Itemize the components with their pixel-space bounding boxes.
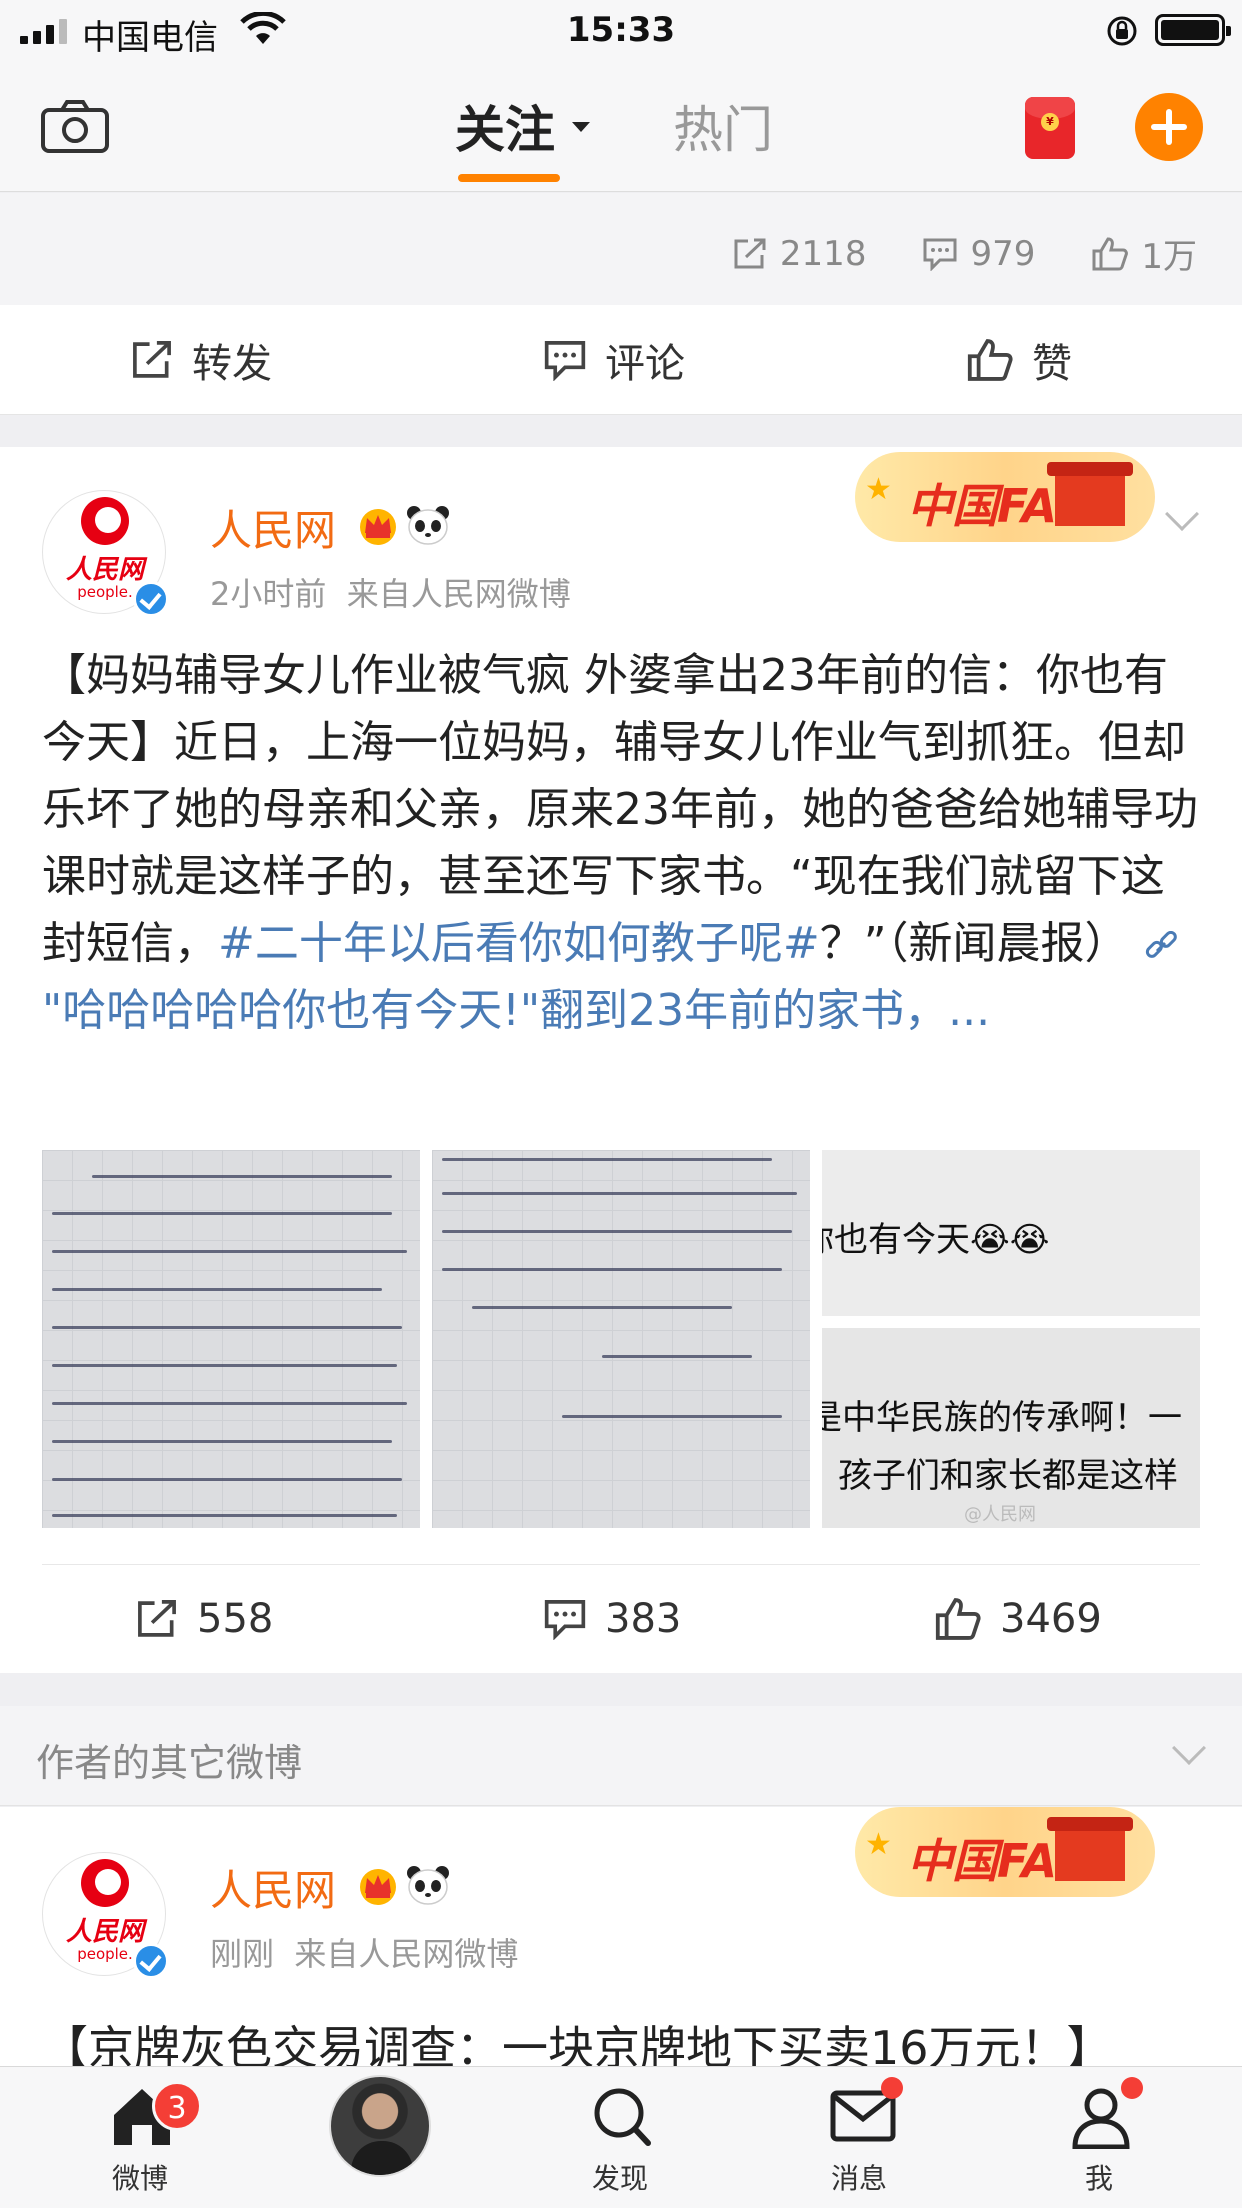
repost-icon: [734, 238, 766, 268]
post-meta: 2小时前 来自人民网微博: [210, 569, 571, 615]
like-icon: [967, 339, 1013, 381]
china-fans-banner[interactable]: ★ 中国FANS: [855, 1807, 1155, 1897]
tab-hot[interactable]: 热门: [673, 90, 773, 162]
clock: 15:33: [566, 10, 676, 50]
comment-button[interactable]: 评论: [543, 305, 685, 415]
compose-plus-button[interactable]: [1135, 93, 1203, 161]
prev-like-count[interactable]: 1万: [1091, 229, 1197, 278]
chevron-down-icon[interactable]: [572, 122, 590, 132]
comment-icon: [544, 341, 586, 381]
repost-icon: [138, 1600, 176, 1637]
active-tab-indicator: [458, 174, 560, 182]
like-button[interactable]: 赞: [966, 305, 1072, 415]
verified-badge-icon: [133, 1943, 169, 1979]
top-nav-bar: 关注 热门 ¥: [0, 60, 1242, 192]
more-from-author-header[interactable]: 作者的其它微博: [0, 1706, 1242, 1806]
avatar[interactable]: 人民网 people.: [42, 1852, 169, 1979]
notification-count-badge: 3: [152, 2081, 202, 2131]
post-time: 刚刚: [210, 1935, 275, 1973]
tab-follow[interactable]: 关注: [455, 90, 555, 162]
hashtag-link[interactable]: #二十年以后看你如何教子呢#: [218, 918, 820, 969]
like-button[interactable]: 3469: [934, 1564, 1102, 1674]
prev-comment-count[interactable]: 979: [922, 234, 1035, 274]
chevron-down-icon[interactable]: [1172, 1731, 1206, 1765]
red-packet-icon[interactable]: ¥: [1025, 97, 1075, 159]
like-icon: [1092, 236, 1129, 270]
unread-dot: [881, 2077, 903, 2099]
repost-icon: [133, 341, 171, 378]
prev-repost-count[interactable]: 2118: [732, 234, 866, 274]
chevron-down-icon[interactable]: [1165, 497, 1199, 531]
previous-post-stats: 2118 979 1万: [0, 193, 1242, 305]
post-image-caption-1[interactable]: 你也有今天😭😭: [822, 1150, 1200, 1316]
like-icon: [935, 1598, 981, 1640]
feed-post: 人民网 people. 人民网 2小时前 来自人民网微博 ★ 中国FANS 【妈妈…: [0, 447, 1242, 1673]
post-action-counts: 558 383 3469: [0, 1564, 1242, 1674]
bottom-tab-bar: 3 微博 发现 消息 我: [0, 2066, 1242, 2208]
panda-icon: [407, 506, 449, 545]
post-image-caption-2[interactable]: 是中华民族的传承啊！一 孩子们和家长都是这样 @人民网: [822, 1328, 1200, 1528]
avatar[interactable]: 人民网 people.: [42, 490, 169, 617]
post-body: 【妈妈辅导女儿作业被气疯 外婆拿出23年前的信：你也有今天】近日，上海一位妈妈，…: [42, 650, 1198, 1036]
camera-icon[interactable]: [40, 98, 110, 158]
verified-badge-icon: [133, 581, 169, 617]
author-name[interactable]: 人民网: [210, 1857, 336, 1918]
comment-icon: [544, 1600, 586, 1640]
repost-button[interactable]: 转发: [130, 305, 272, 415]
tab-discover[interactable]: 发现: [540, 2067, 700, 2208]
post-image-letter-1[interactable]: [42, 1150, 420, 1528]
china-fans-banner[interactable]: ★ 中国FANS: [855, 452, 1155, 542]
tab-me[interactable]: 我: [1019, 2067, 1179, 2208]
previous-post-actions: 转发 评论 赞: [0, 305, 1242, 415]
crown-icon: [360, 1869, 396, 1905]
post-meta: 刚刚 来自人民网微博: [210, 1929, 518, 1975]
comment-button[interactable]: 383: [543, 1564, 681, 1674]
panda-icon: [407, 1866, 449, 1905]
feed-post-2: 人民网 people. 人民网 刚刚 来自人民网微博 ★ 中国FANS 【京牌灰色…: [0, 1807, 1242, 2075]
search-icon: [594, 2088, 651, 2146]
crown-icon: [360, 509, 396, 545]
post-image-letter-2[interactable]: [432, 1150, 810, 1528]
image-watermark: @人民网: [964, 1504, 1036, 1525]
link-icon: [1145, 930, 1177, 958]
post-time: 2小时前: [210, 575, 327, 613]
comment-icon: [923, 238, 957, 271]
tab-weibo[interactable]: 3 微博: [60, 2067, 220, 2208]
unread-dot: [1121, 2077, 1143, 2099]
author-name[interactable]: 人民网: [210, 497, 336, 558]
status-bar: 中国电信 15:33: [0, 0, 1242, 60]
post-source: 来自人民网微博: [346, 575, 571, 613]
tab-messages[interactable]: 消息: [779, 2067, 939, 2208]
post-source: 来自人民网微博: [294, 1935, 519, 1973]
rotation-lock-icon: [1105, 14, 1139, 52]
battery-icon: [1155, 14, 1231, 46]
repost-button[interactable]: 558: [135, 1564, 273, 1674]
profile-avatar-tab[interactable]: [329, 2075, 431, 2177]
